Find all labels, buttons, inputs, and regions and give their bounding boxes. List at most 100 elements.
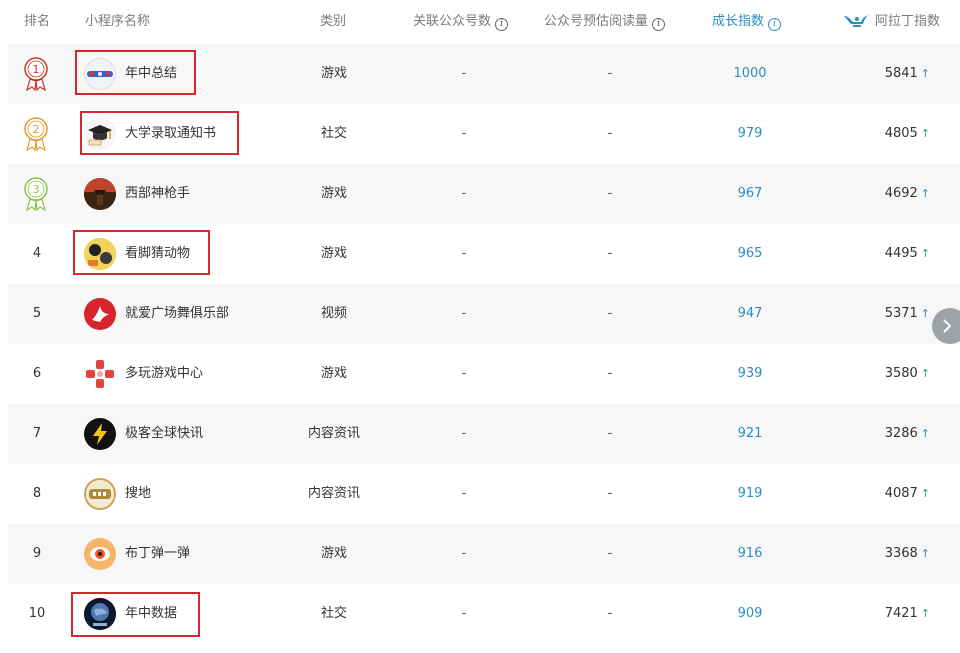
- estimated-reads-value: -: [607, 366, 613, 381]
- estimated-reads-value: -: [607, 186, 613, 201]
- next-page-button[interactable]: [932, 308, 960, 344]
- estimated-reads-value: -: [607, 546, 613, 561]
- up-arrow-icon: ↑: [920, 187, 930, 200]
- up-arrow-icon: ↑: [920, 247, 930, 260]
- estimated-reads-value: -: [607, 126, 613, 141]
- info-icon[interactable]: i: [768, 18, 782, 31]
- silver-medal-icon: 2: [24, 117, 48, 151]
- table-header: 排名 小程序名称 类别 关联公众号数 i 公众号预估阅读量 i 成长指数 i 阿拉丁指…: [0, 0, 960, 44]
- chevron-right-icon: [943, 319, 952, 333]
- up-arrow-icon: ↑: [920, 307, 930, 320]
- western-gunman-icon: [84, 178, 116, 210]
- aladin-index-value: 3286 ↑: [884, 426, 930, 441]
- pudding-eye-icon: [84, 538, 116, 570]
- medal-rank: 3: [33, 183, 40, 196]
- aladin-index-value: 4805 ↑: [884, 126, 930, 141]
- bronze-medal-icon: 3: [24, 177, 48, 211]
- estimated-reads-value: -: [607, 606, 613, 621]
- table-row[interactable]: 3 西部神枪手 游戏 - - 967 4692 ↑: [8, 164, 960, 224]
- aladin-index-value: 5371 ↑: [884, 306, 930, 321]
- header-estimated-reads: 公众号预估阅读量 i: [544, 0, 666, 44]
- growth-index-value: 979: [737, 126, 763, 141]
- linked-accounts-value: -: [461, 186, 467, 201]
- gold-medal-icon: 1: [24, 57, 48, 91]
- table-row[interactable]: 6 多玩游戏中心 游戏 - - 939 3580 ↑: [8, 344, 960, 404]
- aladin-index-value: 3580 ↑: [884, 366, 930, 381]
- table-row[interactable]: 9 布丁弹一弹 游戏 - - 916 3368 ↑: [8, 524, 960, 584]
- up-arrow-icon: ↑: [920, 487, 930, 500]
- app-name[interactable]: 就爱广场舞俱乐部: [125, 284, 229, 344]
- table-row[interactable]: 8 搜地 内容资讯 - - 919 4087 ↑: [8, 464, 960, 524]
- highlight-box: [80, 111, 239, 155]
- linked-accounts-value: -: [461, 366, 467, 381]
- category: 社交: [320, 606, 347, 621]
- linked-accounts-value: -: [461, 426, 467, 441]
- estimated-reads-value: -: [607, 246, 613, 261]
- header-aladin-index[interactable]: 阿拉丁指数: [843, 0, 940, 44]
- up-arrow-icon: ↑: [920, 547, 930, 560]
- rank: 6: [32, 366, 42, 381]
- app-name[interactable]: 多玩游戏中心: [125, 344, 203, 404]
- aladin-index-value: 3368 ↑: [884, 546, 930, 561]
- growth-index-value: 947: [737, 306, 763, 321]
- linked-accounts-value: -: [461, 546, 467, 561]
- rank: 10: [28, 606, 46, 621]
- linked-accounts-value: -: [461, 486, 467, 501]
- highlight-box: [71, 592, 200, 637]
- growth-index-value: 921: [737, 426, 763, 441]
- aladin-index-value: 7421 ↑: [884, 606, 930, 621]
- rank: 4: [32, 246, 42, 261]
- app-name[interactable]: 西部神枪手: [125, 164, 190, 224]
- sou-di-icon: [84, 478, 116, 510]
- app-name[interactable]: 搜地: [125, 464, 151, 524]
- aladin-index-value: 4692 ↑: [884, 186, 930, 201]
- category: 游戏: [320, 546, 347, 561]
- estimated-reads-value: -: [607, 66, 613, 81]
- highlight-box: [73, 230, 210, 275]
- aladin-index-value: 5841 ↑: [884, 66, 930, 81]
- linked-accounts-value: -: [461, 606, 467, 621]
- header-category: 类别: [320, 14, 347, 29]
- info-icon[interactable]: i: [495, 18, 509, 31]
- up-arrow-icon: ↑: [920, 367, 930, 380]
- info-icon[interactable]: i: [652, 18, 666, 31]
- gamepad-icon: [84, 358, 116, 390]
- highlight-box: [75, 50, 196, 95]
- header-rank: 排名: [24, 14, 51, 29]
- rank: 8: [32, 486, 42, 501]
- category: 游戏: [320, 246, 347, 261]
- up-arrow-icon: ↑: [920, 67, 930, 80]
- app-name[interactable]: 极客全球快讯: [125, 404, 203, 464]
- growth-index-value: 965: [737, 246, 763, 261]
- aladin-lamp-icon: [844, 15, 868, 27]
- aladin-index-value: 4087 ↑: [884, 486, 930, 501]
- table-row[interactable]: 5 就爱广场舞俱乐部 视频 - - 947 5371 ↑: [8, 284, 960, 344]
- table-row[interactable]: 7 极客全球快讯 内容资讯 - - 921 3286 ↑: [8, 404, 960, 464]
- estimated-reads-value: -: [607, 426, 613, 441]
- header-linked-accounts: 关联公众号数 i: [413, 0, 509, 44]
- lightning-icon: [84, 418, 116, 450]
- header-name: 小程序名称: [85, 14, 151, 29]
- growth-index-value: 916: [737, 546, 763, 561]
- category: 游戏: [320, 66, 347, 81]
- up-arrow-icon: ↑: [920, 127, 930, 140]
- growth-index-value: 909: [737, 606, 763, 621]
- medal-rank: 2: [33, 123, 40, 136]
- rank: 5: [32, 306, 42, 321]
- growth-index-value: 939: [737, 366, 763, 381]
- category: 内容资讯: [307, 486, 360, 501]
- app-name[interactable]: 布丁弹一弹: [125, 524, 190, 584]
- growth-index-value: 967: [737, 186, 763, 201]
- category: 内容资讯: [307, 426, 360, 441]
- linked-accounts-value: -: [461, 66, 467, 81]
- header-growth-index[interactable]: 成长指数 i: [712, 0, 782, 44]
- linked-accounts-value: -: [461, 306, 467, 321]
- estimated-reads-value: -: [607, 486, 613, 501]
- rank: 9: [32, 546, 42, 561]
- estimated-reads-value: -: [607, 306, 613, 321]
- up-arrow-icon: ↑: [920, 607, 930, 620]
- medal-rank: 1: [33, 63, 40, 76]
- growth-index-value: 919: [737, 486, 763, 501]
- linked-accounts-value: -: [461, 126, 467, 141]
- aladin-index-value: 4495 ↑: [884, 246, 930, 261]
